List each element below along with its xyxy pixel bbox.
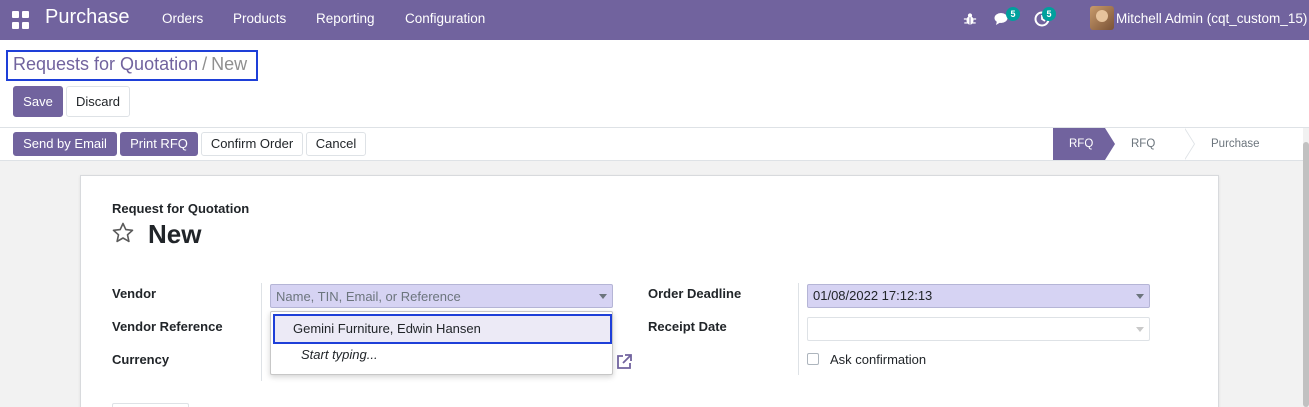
order-deadline-label: Order Deadline	[648, 286, 742, 301]
receipt-date-field[interactable]	[807, 317, 1150, 341]
page-scrollbar[interactable]	[1303, 128, 1309, 407]
chevron-down-icon[interactable]	[1136, 327, 1144, 332]
stage-purchase-order[interactable]: Purchase Order	[1185, 128, 1303, 182]
menu-configuration[interactable]: Configuration	[405, 11, 485, 26]
activities-badge: 5	[1042, 7, 1056, 21]
cancel-button[interactable]: Cancel	[306, 132, 366, 156]
breadcrumb-separator: /	[202, 54, 208, 74]
menu-reporting[interactable]: Reporting	[316, 11, 375, 26]
vendor-label: Vendor	[112, 286, 157, 301]
top-navbar: Purchase Orders Products Reporting Confi…	[0, 0, 1309, 40]
menu-products[interactable]: Products	[233, 11, 286, 26]
notebook-tab[interactable]	[112, 403, 189, 407]
left-group-divider	[261, 283, 262, 381]
chevron-down-icon[interactable]	[599, 294, 607, 299]
user-menu[interactable]: Mitchell Admin (cqt_custom_15)	[1116, 11, 1307, 26]
record-title: New	[148, 219, 202, 249]
external-link-icon[interactable]	[614, 352, 634, 372]
stage-rfq-sent[interactable]: RFQ Sent	[1105, 128, 1195, 182]
send-by-email-button[interactable]: Send by Email	[13, 132, 117, 156]
user-avatar[interactable]	[1090, 6, 1114, 30]
order-deadline-value[interactable]: 01/08/2022 17:12:13	[813, 288, 932, 303]
order-deadline-field[interactable]: 01/08/2022 17:12:13	[807, 284, 1150, 308]
form-subtitle: Request for Quotation	[112, 201, 250, 216]
currency-label: Currency	[112, 352, 170, 367]
bug-icon[interactable]	[963, 12, 977, 26]
control-panel: Requests for Quotation / New Save Discard	[0, 40, 1309, 128]
breadcrumb-parent[interactable]: Requests for Quotation	[13, 54, 198, 74]
stage-pipeline: RFQ RFQ Sent Purchase Order	[1053, 128, 1303, 182]
ask-confirmation-checkbox[interactable]	[807, 353, 819, 365]
save-button[interactable]: Save	[13, 86, 63, 117]
start-typing-hint: Start typing...	[301, 347, 378, 362]
stage-rfq[interactable]: RFQ	[1053, 128, 1115, 160]
chevron-down-icon[interactable]	[1136, 294, 1144, 299]
breadcrumb: Requests for Quotation / New	[13, 54, 247, 75]
menu-orders[interactable]: Orders	[162, 11, 203, 26]
form-statusbar: Send by Email Print RFQ Confirm Order Ca…	[0, 128, 1309, 182]
ask-confirmation-label[interactable]: Ask confirmation	[830, 352, 926, 367]
app-brand[interactable]: Purchase	[45, 6, 130, 29]
star-icon[interactable]	[111, 221, 135, 245]
vendor-reference-label: Vendor Reference	[112, 319, 223, 334]
scrollbar-thumb[interactable]	[1303, 142, 1309, 407]
messages-badge: 5	[1006, 7, 1020, 21]
apps-grid-icon[interactable]	[12, 11, 30, 29]
discard-button[interactable]: Discard	[66, 86, 130, 117]
receipt-date-label: Receipt Date	[648, 319, 727, 334]
right-group-divider	[798, 283, 799, 375]
breadcrumb-current: New	[211, 54, 248, 74]
vendor-autocomplete-dropdown: Gemini Furniture, Edwin Hansen Start typ…	[270, 311, 613, 375]
confirm-order-button[interactable]: Confirm Order	[201, 132, 303, 156]
vendor-option[interactable]: Gemini Furniture, Edwin Hansen	[273, 314, 612, 344]
vendor-input[interactable]	[276, 285, 612, 307]
vendor-field[interactable]	[270, 284, 613, 308]
print-rfq-button[interactable]: Print RFQ	[120, 132, 198, 156]
